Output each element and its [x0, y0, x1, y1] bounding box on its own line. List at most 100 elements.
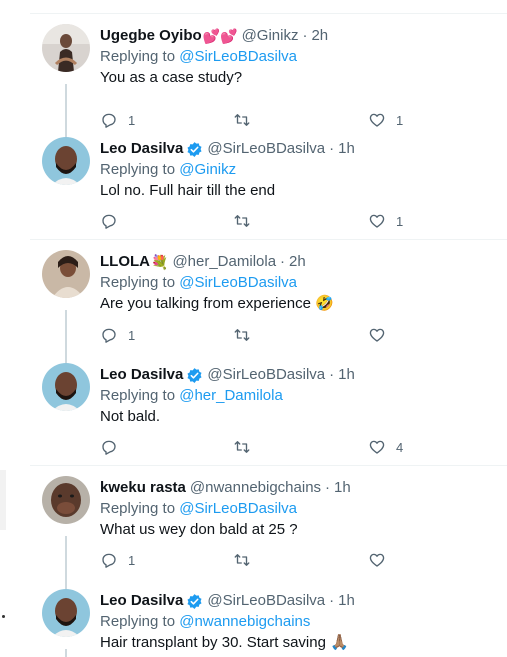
tweet-actions: 1: [100, 211, 403, 231]
display-name[interactable]: LLOLA: [100, 252, 150, 272]
reply-thread-feed[interactable]: Ugegbe Oyibo 💕💕 @Ginikz · 2h Replying to …: [30, 0, 507, 657]
reply-count: 1: [128, 327, 136, 343]
timestamp[interactable]: 1h: [338, 365, 355, 385]
like-button[interactable]: 4: [368, 437, 403, 457]
user-handle[interactable]: @nwannebigchains: [190, 478, 321, 498]
verified-badge-icon: [187, 141, 202, 157]
separator-dot: ·: [325, 479, 331, 496]
avatar[interactable]: [42, 363, 90, 411]
name-emoji: 💕💕: [202, 28, 238, 44]
tweet-text: Not bald.: [100, 408, 161, 425]
verified-badge-icon: [187, 367, 202, 383]
mention-link[interactable]: @SirLeoBDasilva: [179, 48, 297, 65]
like-button[interactable]: [368, 325, 396, 345]
retweet-button[interactable]: [233, 325, 261, 345]
reply-count: 1: [128, 112, 136, 128]
tweet-text: Are you talking from experience 🤣: [100, 295, 334, 312]
user-handle[interactable]: @SirLeoBDasilva: [207, 139, 325, 159]
gutter-scroll-mark: [0, 470, 6, 530]
reply-icon: [102, 440, 116, 455]
tweet[interactable]: Ugegbe Oyibo 💕💕 @Ginikz · 2h Replying to …: [30, 14, 507, 150]
name-emoji: 💐: [151, 254, 169, 270]
heart-icon: [369, 440, 385, 454]
tweet-text: What us wey don bald at 25 ?: [100, 521, 298, 538]
avatar[interactable]: [42, 24, 90, 72]
tweet-actions: 4: [100, 437, 403, 457]
user-handle[interactable]: @Ginikz: [242, 26, 299, 46]
retweet-button[interactable]: [233, 550, 261, 570]
tweet-header: Ugegbe Oyibo 💕💕 @Ginikz · 2h: [100, 26, 495, 46]
reply-button[interactable]: [100, 211, 128, 231]
avatar[interactable]: [42, 476, 90, 524]
replying-to: Replying to @nwannebigchains: [100, 612, 495, 632]
display-name[interactable]: Leo Dasilva: [100, 591, 183, 611]
tweet[interactable]: Leo Dasilva @SirLeoBDasilva · 1h Replyin…: [30, 353, 507, 466]
like-count: 4: [396, 439, 404, 455]
replying-to-label: Replying to: [100, 274, 180, 291]
timestamp[interactable]: 1h: [338, 591, 355, 611]
timestamp[interactable]: 1h: [334, 478, 351, 498]
like-count: 1: [396, 213, 404, 229]
display-name[interactable]: Leo Dasilva: [100, 365, 183, 385]
heart-icon: [369, 328, 385, 342]
replying-to-label: Replying to: [100, 387, 180, 404]
tweet-actions: 1: [100, 550, 400, 570]
replying-to-label: Replying to: [100, 161, 180, 178]
reply-icon: [102, 553, 116, 568]
tweet-header: kweku rasta @nwannebigchains · 1h: [100, 478, 495, 498]
display-name[interactable]: Ugegbe Oyibo: [100, 26, 202, 46]
mention-link[interactable]: @nwannebigchains: [179, 613, 310, 630]
avatar[interactable]: [42, 250, 90, 298]
replying-to-label: Replying to: [100, 48, 180, 65]
tweet-header: Leo Dasilva @SirLeoBDasilva · 1h: [100, 365, 495, 385]
timestamp[interactable]: 2h: [289, 252, 306, 272]
replying-to: Replying to @her_Damilola: [100, 386, 495, 406]
timestamp[interactable]: 1h: [338, 139, 355, 159]
like-button[interactable]: [368, 550, 396, 570]
heart-icon: [369, 553, 385, 567]
replying-to-label: Replying to: [100, 500, 180, 517]
reply-button[interactable]: [100, 437, 128, 457]
timestamp[interactable]: 2h: [311, 26, 328, 46]
separator-dot: ·: [280, 253, 286, 270]
like-button[interactable]: 1: [368, 211, 403, 231]
user-handle[interactable]: @SirLeoBDasilva: [207, 591, 325, 611]
heart-icon: [369, 214, 385, 228]
separator-dot: ·: [329, 592, 335, 609]
display-name[interactable]: kweku rasta: [100, 478, 186, 498]
retweet-button[interactable]: [233, 211, 261, 231]
replying-to-label: Replying to: [100, 613, 180, 630]
reply-icon: [102, 328, 116, 343]
mention-link[interactable]: @SirLeoBDasilva: [179, 500, 297, 517]
tweet[interactable]: Leo Dasilva @SirLeoBDasilva · 1h Replyin…: [30, 579, 507, 657]
reply-icon: [102, 214, 116, 229]
tweet-header: Leo Dasilva @SirLeoBDasilva · 1h: [100, 591, 495, 611]
retweet-icon: [234, 441, 250, 453]
avatar[interactable]: [42, 589, 90, 637]
avatar[interactable]: [42, 137, 90, 185]
retweet-button[interactable]: [233, 437, 261, 457]
mention-link[interactable]: @SirLeoBDasilva: [179, 274, 297, 291]
left-gutter: [0, 0, 30, 657]
reply-button[interactable]: 1: [100, 550, 135, 570]
tweet[interactable]: kweku rasta @nwannebigchains · 1h Replyi…: [30, 466, 507, 602]
display-name[interactable]: Leo Dasilva: [100, 139, 183, 159]
tweet[interactable]: LLOLA 💐 @her_Damilola · 2h Replying to @S…: [30, 240, 507, 376]
user-handle[interactable]: @her_Damilola: [172, 252, 276, 272]
previous-tweet-edge: [30, 0, 507, 14]
tweet-text: You as a case study?: [100, 69, 243, 86]
reply-count: 1: [128, 552, 136, 568]
thread-connector: [65, 649, 67, 657]
tweet[interactable]: Leo Dasilva @SirLeoBDasilva · 1h Replyin…: [30, 127, 507, 240]
user-handle[interactable]: @SirLeoBDasilva: [207, 365, 325, 385]
tweet-text: Hair transplant by 30. Start saving 🙏🏽: [100, 634, 349, 651]
replying-to: Replying to @SirLeoBDasilva: [100, 47, 495, 67]
verified-badge-icon: [187, 593, 202, 609]
mention-link[interactable]: @Ginikz: [179, 161, 236, 178]
reply-button[interactable]: 1: [100, 325, 135, 345]
tweet-actions: 1: [100, 325, 400, 345]
replying-to: Replying to @SirLeoBDasilva: [100, 499, 495, 519]
mention-link[interactable]: @her_Damilola: [179, 387, 283, 404]
tweet-header: LLOLA 💐 @her_Damilola · 2h: [100, 252, 495, 272]
separator-dot: ·: [329, 366, 335, 383]
